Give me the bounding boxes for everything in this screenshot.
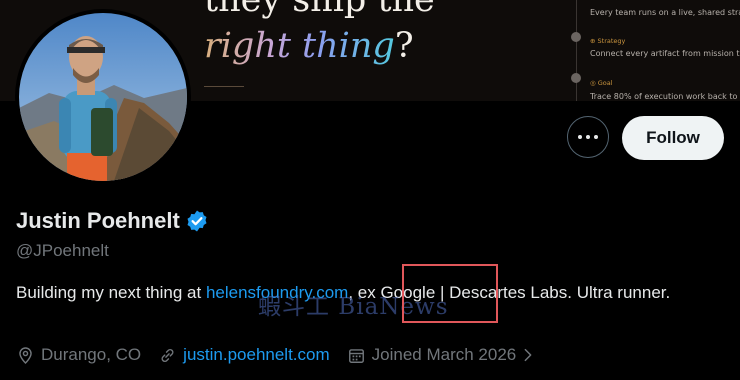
timeline-line	[576, 0, 577, 101]
profile-meta: Durango, CO justin.poehnelt.com Joined M…	[16, 345, 553, 365]
avatar[interactable]	[15, 9, 191, 185]
banner-headline-emphasis: right thing	[204, 26, 395, 66]
website-link[interactable]: justin.poehnelt.com	[183, 345, 329, 365]
profile-handle: @JPoehnelt	[16, 241, 109, 260]
bio-text: Building my next thing at	[16, 283, 206, 302]
timeline-text: Every team runs on a live, shared strat	[590, 8, 740, 17]
timeline-dot	[571, 73, 581, 83]
dot-icon	[578, 135, 582, 139]
dot-icon	[594, 135, 598, 139]
avatar-photo	[19, 13, 187, 181]
timeline-text: Connect every artifact from mission ta	[590, 49, 740, 58]
location-item: Durango, CO	[16, 345, 141, 365]
banner-headline-question: ?	[394, 26, 414, 66]
timeline-tag: ⊕ Strategy	[590, 37, 626, 45]
website-item[interactable]: justin.poehnelt.com	[158, 345, 330, 365]
link-icon	[161, 348, 174, 362]
profile-name: Justin Poehnelt	[16, 208, 180, 233]
banner-headline-line1: they ship the	[204, 0, 435, 20]
dot-icon	[586, 135, 590, 139]
highlight-annotation-box	[402, 264, 498, 323]
follow-button[interactable]: Follow	[622, 116, 724, 160]
verified-badge-icon[interactable]	[185, 209, 209, 233]
joined-text: Joined March 2026	[371, 345, 517, 364]
more-options-button[interactable]	[567, 116, 609, 158]
location-text: Durango, CO	[41, 345, 142, 364]
banner-timeline: Every team runs on a live, shared strat …	[557, 0, 740, 101]
joined-item[interactable]: Joined March 2026	[347, 345, 537, 365]
profile-name-row: Justin Poehnelt	[16, 208, 209, 234]
chevron-right-icon[interactable]	[520, 347, 536, 363]
banner-headline: they ship the right thing?	[204, 0, 435, 66]
timeline-dot	[571, 32, 581, 42]
timeline-tag: ◎ Goal	[590, 79, 613, 87]
location-pin-icon	[19, 346, 32, 364]
banner-divider	[204, 86, 244, 87]
timeline-text: Trace 80% of execution work back to	[590, 92, 738, 101]
calendar-icon	[348, 348, 364, 363]
